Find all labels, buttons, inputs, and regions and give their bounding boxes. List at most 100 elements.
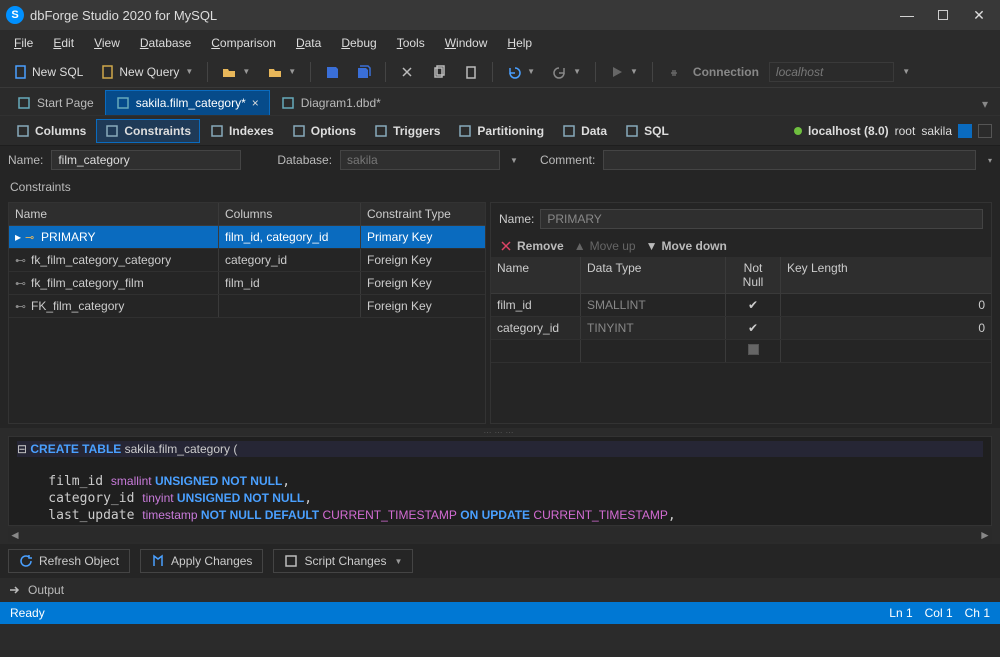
scroll-right-icon[interactable]: ►	[978, 528, 992, 542]
constraint-row[interactable]: ▸⊸PRIMARYfilm_id, category_idPrimary Key	[9, 226, 485, 249]
cut-button[interactable]	[394, 62, 420, 82]
comment-input[interactable]	[603, 150, 976, 170]
folder-open-icon	[222, 65, 236, 79]
subtab-data[interactable]: Data	[554, 120, 615, 142]
paste-button[interactable]	[458, 62, 484, 82]
close-button[interactable]: ✕	[964, 4, 994, 26]
menu-data[interactable]: Data	[288, 33, 329, 53]
document-tabs: Start Pagesakila.film_category*×Diagram1…	[0, 88, 1000, 116]
dcol-notnull[interactable]: Not Null	[726, 257, 781, 293]
col-columns[interactable]: Columns	[219, 203, 361, 225]
close-tab-icon[interactable]: ×	[252, 96, 259, 110]
name-input[interactable]	[51, 150, 241, 170]
menu-edit[interactable]: Edit	[45, 33, 82, 53]
detail-name-input[interactable]	[540, 209, 983, 229]
move-down-button[interactable]: ▼Move down	[646, 239, 727, 253]
constraint-row[interactable]: ⊷fk_film_category_filmfilm_idForeign Key	[9, 272, 485, 295]
menu-bar: FileEditViewDatabaseComparisonDataDebugT…	[0, 30, 1000, 56]
dcol-datatype[interactable]: Data Type	[581, 257, 726, 293]
menu-debug[interactable]: Debug	[333, 33, 384, 53]
primary-key-icon: ⊸	[25, 231, 37, 244]
detail-row[interactable]: film_idSMALLINT✔0	[491, 294, 991, 317]
save-button[interactable]	[319, 62, 345, 82]
subtab-options[interactable]: Options	[284, 120, 364, 142]
columns-icon	[16, 124, 30, 138]
save-icon	[325, 65, 339, 79]
subtab-partitioning[interactable]: Partitioning	[450, 120, 552, 142]
folder-icon	[268, 65, 282, 79]
undo-button[interactable]: ▼	[501, 62, 541, 82]
constraint-details: Name: Remove ▲Move up ▼Move down Name Da…	[490, 202, 992, 424]
redo-button[interactable]: ▼	[547, 62, 587, 82]
data-icon	[562, 124, 576, 138]
comment-label: Comment:	[540, 153, 595, 167]
horizontal-scrollbar[interactable]: ◄ ►	[8, 528, 992, 542]
status-ready: Ready	[10, 606, 45, 620]
dcol-name[interactable]: Name	[491, 257, 581, 293]
minimize-button[interactable]: —	[892, 4, 922, 26]
menu-comparison[interactable]: Comparison	[203, 33, 284, 53]
save-all-button[interactable]	[351, 62, 377, 82]
subtab-sql[interactable]: SQL	[617, 120, 677, 142]
database-input[interactable]	[340, 150, 500, 170]
menu-file[interactable]: File	[6, 33, 41, 53]
apply-changes-button[interactable]: Apply Changes	[140, 549, 263, 573]
menu-tools[interactable]: Tools	[389, 33, 433, 53]
move-up-button[interactable]: ▲Move up	[574, 239, 636, 253]
new-query-button[interactable]: New Query▼	[95, 62, 199, 82]
new-sql-button[interactable]: New SQL	[8, 62, 89, 82]
subtab-columns[interactable]: Columns	[8, 120, 94, 142]
sql-preview[interactable]: ⊟ CREATE TABLE sakila.film_category ( fi…	[8, 436, 992, 526]
view-mode-button-2[interactable]	[978, 124, 992, 138]
foreign-key-icon: ⊷	[15, 277, 27, 290]
subtab-triggers[interactable]: Triggers	[366, 120, 448, 142]
checkbox-icon[interactable]	[748, 344, 759, 355]
user-info: root	[895, 124, 916, 138]
refresh-icon	[19, 554, 33, 568]
constraints-icon	[105, 124, 119, 138]
sql-file-icon	[14, 65, 28, 79]
tabs-overflow-button[interactable]: ▾	[976, 93, 994, 115]
database-label: Database:	[277, 153, 332, 167]
name-label: Name:	[8, 153, 43, 167]
script-icon	[284, 554, 298, 568]
subtab-indexes[interactable]: Indexes	[202, 120, 282, 142]
detail-empty-row[interactable]	[491, 340, 991, 363]
splitter[interactable]: ⋯⋯⋯	[0, 428, 1000, 436]
menu-help[interactable]: Help	[499, 33, 540, 53]
app-title: dbForge Studio 2020 for MySQL	[30, 8, 217, 23]
index-icon	[210, 124, 224, 138]
col-type[interactable]: Constraint Type	[361, 203, 485, 225]
copy-button[interactable]	[426, 62, 452, 82]
constraint-row[interactable]: ⊷FK_film_categoryForeign Key	[9, 295, 485, 318]
connection-host-dropdown[interactable]: localhost	[769, 62, 894, 82]
subtab-constraints[interactable]: Constraints	[96, 119, 200, 143]
scroll-left-icon[interactable]: ◄	[8, 528, 22, 542]
options-icon	[292, 124, 306, 138]
menu-database[interactable]: Database	[132, 33, 199, 53]
tab-sakila-film-category-[interactable]: sakila.film_category*×	[105, 90, 270, 115]
menu-view[interactable]: View	[86, 33, 128, 53]
output-panel-header[interactable]: Output	[0, 578, 1000, 602]
dcol-keylength[interactable]: Key Length	[781, 257, 991, 293]
detail-name-label: Name:	[499, 212, 534, 226]
chevron-down-icon[interactable]: ▼	[902, 67, 910, 76]
constraint-row[interactable]: ⊷fk_film_category_categorycategory_idFor…	[9, 249, 485, 272]
remove-button[interactable]: Remove	[499, 239, 564, 253]
explorer-button[interactable]: ▼	[262, 62, 302, 82]
script-changes-button[interactable]: Script Changes▼	[273, 549, 413, 573]
tab-diagram1-dbd-[interactable]: Diagram1.dbd*	[270, 90, 392, 115]
tab-start-page[interactable]: Start Page	[6, 90, 105, 115]
maximize-button[interactable]	[928, 4, 958, 26]
save-all-icon	[357, 65, 371, 79]
col-name[interactable]: Name	[9, 203, 219, 225]
query-icon	[101, 65, 115, 79]
connect-button[interactable]	[661, 62, 687, 82]
detail-row[interactable]: category_idTINYINT✔0	[491, 317, 991, 340]
open-button[interactable]: ▼	[216, 62, 256, 82]
plug-icon	[667, 65, 681, 79]
view-mode-button-1[interactable]	[958, 124, 972, 138]
run-button[interactable]: ▼	[604, 62, 644, 82]
refresh-object-button[interactable]: Refresh Object	[8, 549, 130, 573]
menu-window[interactable]: Window	[437, 33, 496, 53]
